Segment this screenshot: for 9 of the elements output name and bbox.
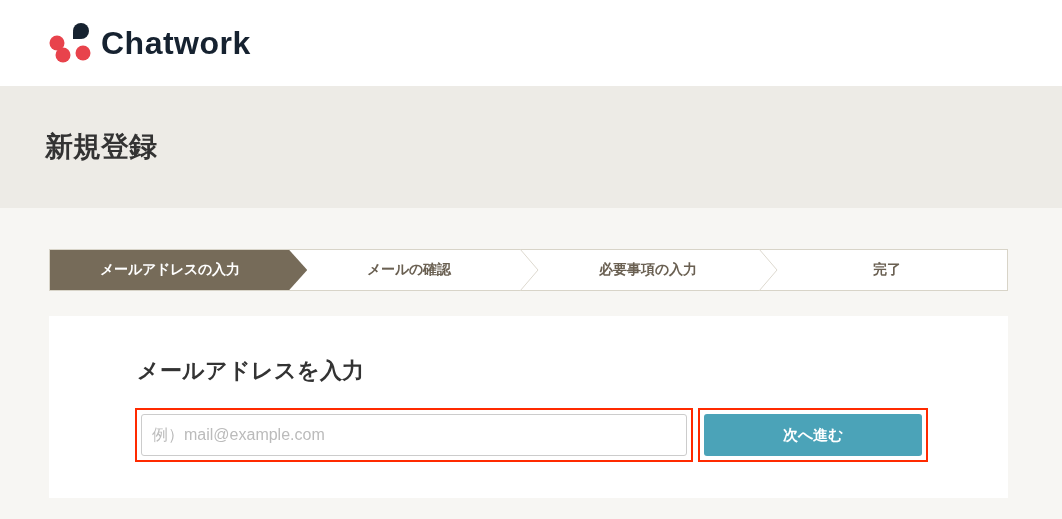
step-label: メールの確認 [366, 261, 451, 279]
email-field[interactable]: 例）mail@example.com [141, 414, 687, 456]
logo-wordmark: Chatwork [101, 24, 251, 62]
next-button[interactable]: 次へ進む [704, 414, 922, 456]
step-label: 必要事項の入力 [599, 261, 698, 279]
step-label: 完了 [873, 261, 902, 279]
form-heading: メールアドレスを入力 [137, 357, 365, 385]
step-label: メールアドレスの入力 [99, 261, 240, 279]
page-title: 新規登録 [45, 129, 157, 165]
